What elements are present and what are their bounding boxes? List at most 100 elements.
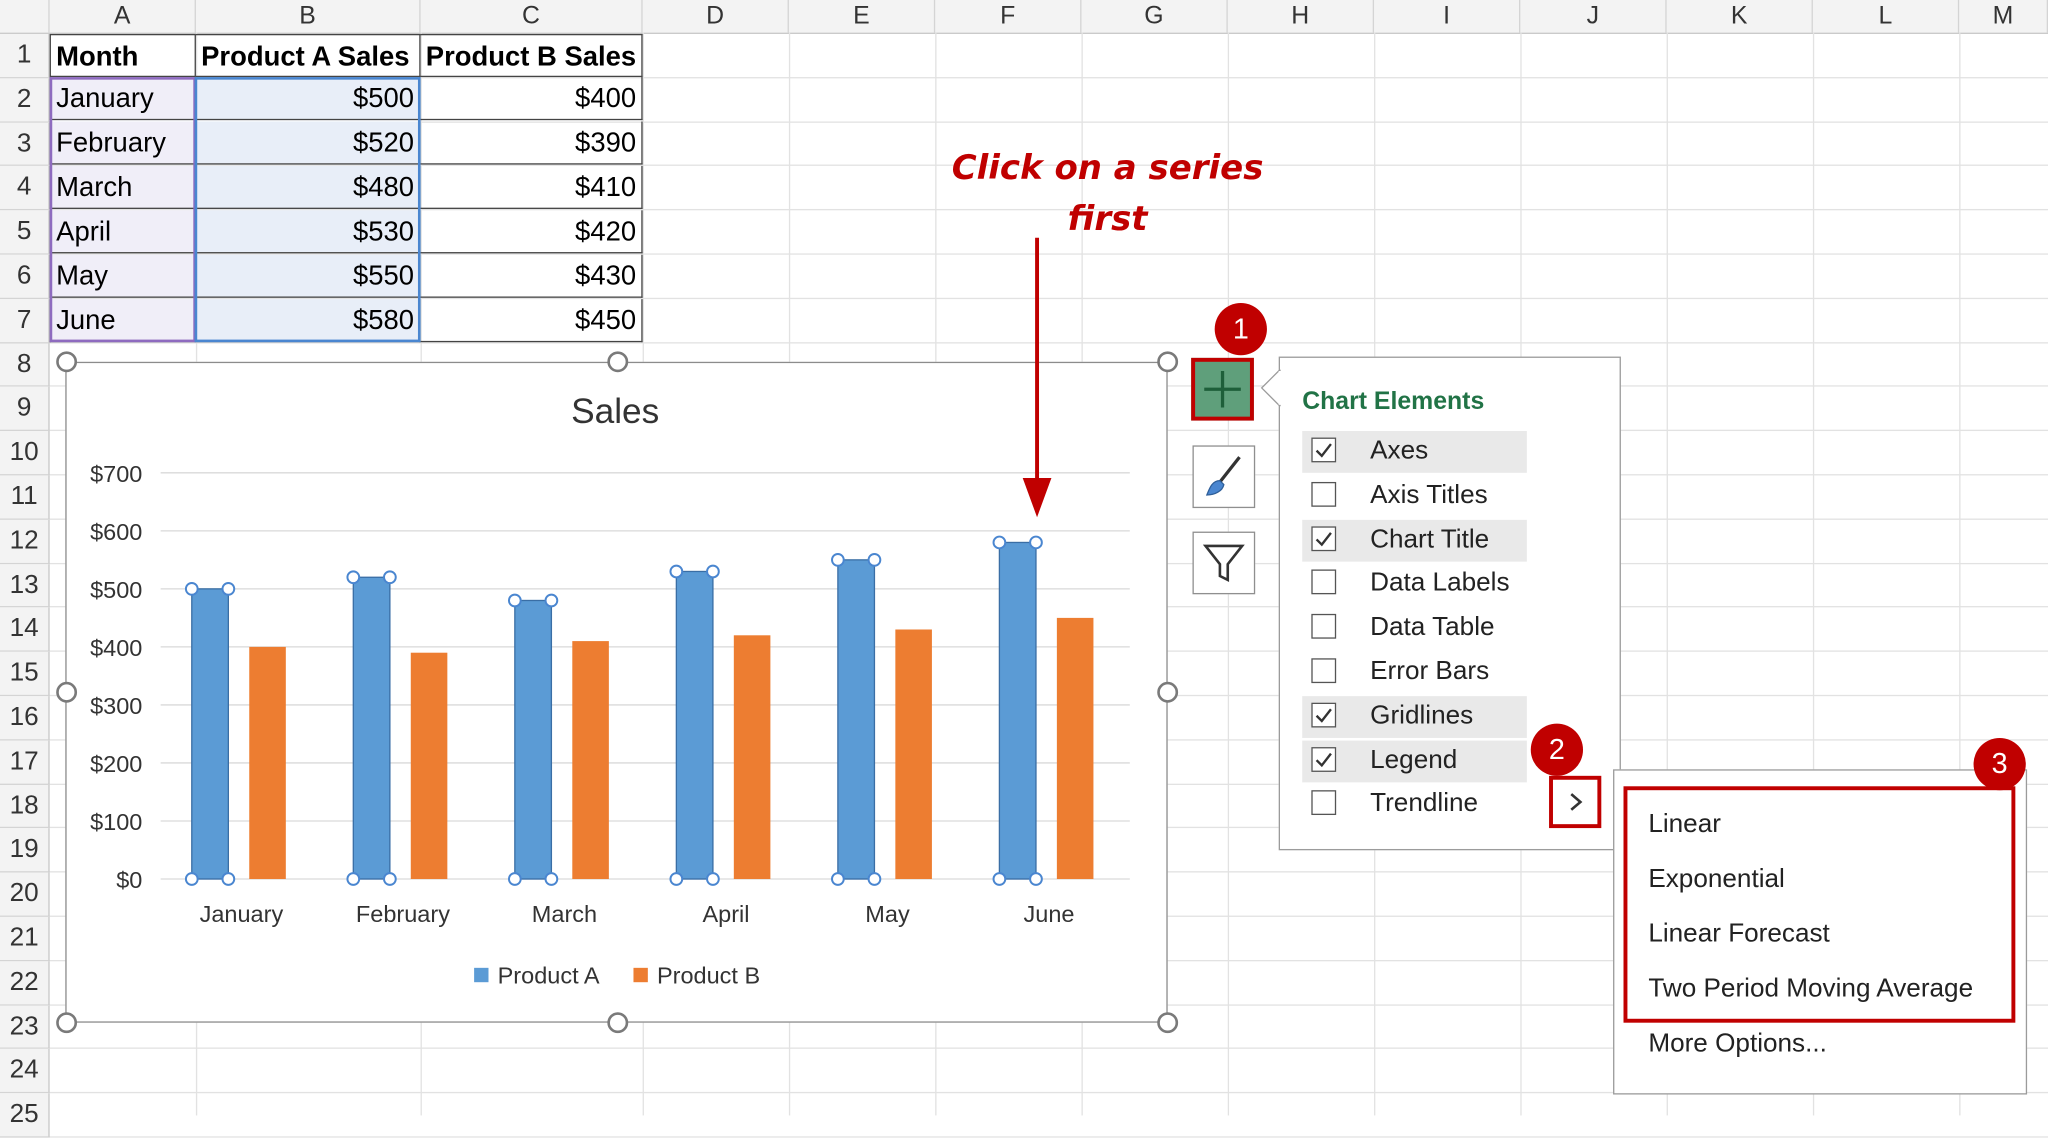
chart-element-chart-title[interactable]: Chart Title — [1302, 519, 1527, 562]
row-header[interactable]: 16 — [0, 696, 50, 741]
row-header[interactable]: 3 — [0, 122, 50, 167]
chart-styles-button[interactable] — [1192, 445, 1256, 509]
selection-handle[interactable] — [867, 872, 882, 886]
row-header[interactable]: 4 — [0, 166, 50, 211]
selection-handle[interactable] — [383, 872, 397, 886]
chart-element-axis-titles[interactable]: Axis Titles — [1302, 475, 1527, 517]
row-header[interactable]: 9 — [0, 387, 50, 432]
row-header[interactable]: 25 — [0, 1093, 50, 1138]
selection-handle[interactable] — [544, 872, 559, 886]
selection-handle[interactable] — [669, 872, 684, 886]
column-header-h[interactable]: H — [1228, 0, 1375, 33]
selection-handle[interactable] — [706, 872, 720, 886]
bar-product-a[interactable] — [675, 570, 714, 880]
bar-product-a[interactable] — [998, 541, 1037, 880]
legend-label[interactable]: Product A — [498, 963, 600, 989]
selection-handle[interactable] — [831, 872, 845, 886]
bar-product-b[interactable] — [1056, 617, 1094, 880]
row-header[interactable]: 13 — [0, 563, 50, 608]
checkbox[interactable] — [1311, 702, 1337, 728]
chart-element-trendline[interactable]: Trendline — [1302, 784, 1527, 826]
row-header[interactable]: 14 — [0, 607, 50, 652]
row-header[interactable]: 7 — [0, 298, 50, 343]
checkbox[interactable] — [1311, 569, 1337, 595]
column-header-f[interactable]: F — [935, 0, 1082, 33]
row-header[interactable]: 5 — [0, 210, 50, 255]
cell-product-b[interactable]: $410 — [420, 165, 643, 209]
column-header-i[interactable]: I — [1374, 0, 1521, 33]
checkbox[interactable] — [1311, 525, 1337, 551]
selection-handle[interactable] — [346, 872, 361, 886]
row-header[interactable]: 21 — [0, 916, 50, 962]
resize-handle-top-right[interactable] — [1157, 351, 1179, 373]
chart-elements-button[interactable] — [1191, 357, 1254, 421]
checkbox[interactable] — [1311, 790, 1337, 816]
cell-product-b[interactable]: $420 — [420, 210, 643, 254]
checkbox[interactable] — [1311, 658, 1337, 684]
column-header-j[interactable]: J — [1520, 0, 1667, 33]
cell-product-b[interactable]: $400 — [420, 77, 643, 121]
chart-element-data-labels[interactable]: Data Labels — [1302, 563, 1527, 605]
column-header-d[interactable]: D — [643, 0, 789, 33]
column-header-c[interactable]: C — [421, 0, 643, 33]
chart-element-data-table[interactable]: Data Table — [1302, 608, 1527, 650]
bar-product-a[interactable] — [837, 559, 876, 880]
bar-product-a[interactable] — [191, 588, 230, 880]
column-header-l[interactable]: L — [1813, 0, 1960, 33]
resize-handle-right[interactable] — [1157, 681, 1179, 703]
bar-product-b[interactable] — [733, 635, 771, 880]
header-product-b-sales[interactable]: Product B Sales — [420, 33, 643, 78]
selection-handle[interactable] — [184, 872, 199, 886]
bar-product-a[interactable] — [352, 576, 391, 880]
chart-element-gridlines[interactable]: Gridlines — [1302, 695, 1527, 738]
legend-label[interactable]: Product B — [657, 963, 760, 989]
selection-handle[interactable] — [706, 564, 720, 579]
selection-handle[interactable] — [507, 872, 522, 886]
row-header[interactable]: 18 — [0, 784, 50, 829]
row-header[interactable]: 10 — [0, 431, 50, 476]
resize-handle-bottom-left[interactable] — [56, 1012, 78, 1034]
bar-product-a[interactable] — [514, 599, 553, 880]
chart-element-legend[interactable]: Legend — [1302, 740, 1527, 782]
selection-handle[interactable] — [184, 582, 199, 596]
row-header[interactable]: 17 — [0, 740, 50, 785]
chart-filters-button[interactable] — [1192, 531, 1256, 595]
select-all-corner[interactable] — [0, 0, 50, 33]
chart-element-error-bars[interactable]: Error Bars — [1302, 652, 1527, 694]
resize-handle-left[interactable] — [56, 681, 78, 703]
row-header[interactable]: 19 — [0, 828, 50, 873]
row-header[interactable]: 15 — [0, 651, 50, 697]
column-header-b[interactable]: B — [196, 0, 421, 33]
column-header-e[interactable]: E — [789, 0, 936, 33]
checkbox[interactable] — [1311, 437, 1337, 463]
checkbox[interactable] — [1311, 746, 1337, 772]
resize-handle-bottom-right[interactable] — [1157, 1012, 1179, 1034]
chart-title[interactable]: Sales — [571, 392, 659, 431]
bar-product-b[interactable] — [410, 652, 448, 880]
selection-handle[interactable] — [867, 553, 882, 567]
bar-product-b[interactable] — [249, 646, 286, 880]
row-header[interactable]: 24 — [0, 1049, 50, 1094]
header-month[interactable]: Month — [49, 33, 196, 78]
bar-product-b[interactable] — [895, 629, 932, 880]
trendline-more-button[interactable] — [1549, 775, 1602, 829]
selection-handle[interactable] — [992, 872, 1007, 886]
row-header[interactable]: 23 — [0, 1005, 50, 1050]
row-header[interactable]: 6 — [0, 254, 50, 299]
selection-handle[interactable] — [669, 564, 684, 579]
column-header-a[interactable]: A — [50, 0, 196, 33]
selection-handle[interactable] — [1029, 535, 1043, 550]
checkbox[interactable] — [1311, 614, 1337, 639]
row-header[interactable]: 2 — [0, 78, 50, 123]
header-product-a-sales[interactable]: Product A Sales — [195, 33, 421, 78]
bar-product-b[interactable] — [572, 641, 609, 880]
cell-product-b[interactable]: $430 — [420, 254, 643, 298]
checkbox[interactable] — [1311, 481, 1337, 507]
row-header[interactable]: 8 — [0, 342, 50, 388]
cell-product-b[interactable]: $450 — [420, 299, 643, 343]
row-header[interactable]: 1 — [0, 33, 50, 79]
selection-handle[interactable] — [544, 593, 559, 608]
selection-handle[interactable] — [383, 570, 397, 585]
row-header[interactable]: 20 — [0, 872, 50, 917]
row-header[interactable]: 11 — [0, 475, 50, 520]
